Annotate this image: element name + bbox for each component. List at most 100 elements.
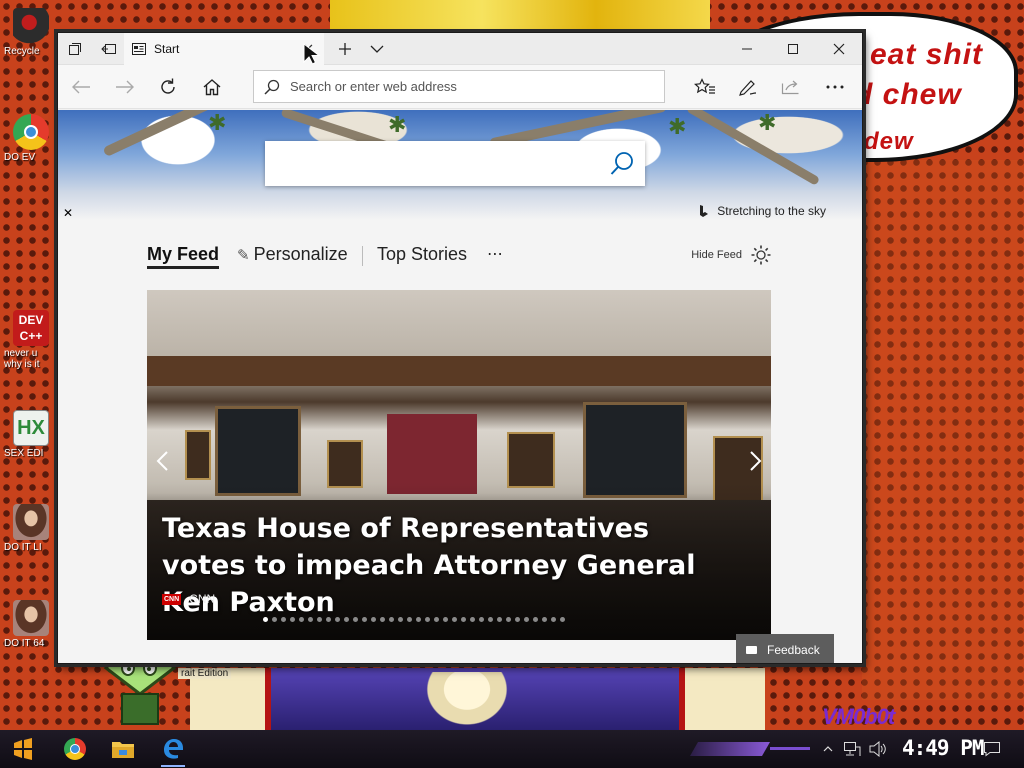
bing-search-box[interactable]: [265, 141, 645, 186]
new-tab-button[interactable]: [328, 33, 362, 65]
desktop-icon-devcpp[interactable]: DEV C++ never u why is it: [4, 310, 58, 370]
carousel-dot[interactable]: [533, 617, 538, 622]
carousel-dot[interactable]: [443, 617, 448, 622]
restore-tabs-button[interactable]: [92, 33, 126, 65]
speech-line-3: dew: [864, 128, 914, 155]
hide-background-close-icon[interactable]: ✕: [63, 206, 73, 220]
carousel-dot[interactable]: [362, 617, 367, 622]
start-icon: [14, 738, 32, 760]
carousel-dot[interactable]: [371, 617, 376, 622]
web-note-button[interactable]: [731, 71, 765, 103]
carousel-dot[interactable]: [335, 617, 340, 622]
carousel-dot[interactable]: [308, 617, 313, 622]
desktop-icon-chrome[interactable]: DO EV: [4, 114, 58, 163]
carousel-dot[interactable]: [281, 617, 286, 622]
carousel-dot[interactable]: [515, 617, 520, 622]
tab-top-stories[interactable]: Top Stories: [377, 244, 467, 265]
carousel-dot[interactable]: [353, 617, 358, 622]
taskbar-file-explorer[interactable]: [108, 735, 138, 763]
cnn-logo-icon: CNN: [162, 593, 182, 605]
start-button[interactable]: [8, 735, 38, 763]
carousel-dot[interactable]: [398, 617, 403, 622]
taskbar-decoration: [770, 747, 810, 750]
search-icon[interactable]: [609, 151, 635, 177]
carousel-dot[interactable]: [344, 617, 349, 622]
carousel-dot[interactable]: [380, 617, 385, 622]
taskbar-edge[interactable]: [158, 735, 188, 767]
story-source[interactable]: CNN CNN: [162, 592, 215, 606]
set-tabs-aside-button[interactable]: [58, 33, 92, 65]
carousel-dot[interactable]: [524, 617, 529, 622]
carousel-dot[interactable]: [488, 617, 493, 622]
leaf-cluster: ✱: [208, 110, 227, 135]
refresh-button[interactable]: [151, 71, 185, 103]
carousel-next-button[interactable]: [743, 450, 769, 480]
carousel-dot[interactable]: [461, 617, 466, 622]
carousel-dot[interactable]: [416, 617, 421, 622]
share-button[interactable]: [774, 71, 808, 103]
carousel-prev-button[interactable]: [149, 450, 175, 480]
forward-button[interactable]: [108, 71, 142, 103]
carousel-dot[interactable]: [317, 617, 322, 622]
gear-icon[interactable]: [750, 244, 772, 266]
network-button[interactable]: [840, 735, 864, 763]
desktop-icon-hxd[interactable]: HX SEX EDI: [4, 410, 58, 459]
carousel-dot[interactable]: [551, 617, 556, 622]
portrait-icon: [13, 504, 49, 540]
new-tab-page: ✱ ✱ ✱ ✱ ✕ Stretching to the sky My Feed …: [58, 110, 862, 663]
carousel-dot[interactable]: [272, 617, 277, 622]
carousel-dot[interactable]: [542, 617, 547, 622]
carousel-dot[interactable]: [389, 617, 394, 622]
desktop-icon-portrait-2[interactable]: DO IT 64: [4, 600, 58, 649]
favorites-button[interactable]: [688, 71, 722, 103]
carousel-dot[interactable]: [290, 617, 295, 622]
carousel-dot[interactable]: [326, 617, 331, 622]
carousel-dot[interactable]: [560, 617, 565, 622]
story-headline[interactable]: Texas House of Representatives votes to …: [162, 510, 722, 621]
carousel-dot[interactable]: [506, 617, 511, 622]
address-bar[interactable]: [253, 70, 665, 103]
tab-personalize-label: Personalize: [253, 244, 348, 264]
hxd-icon: HX: [13, 410, 49, 446]
taskbar-chrome[interactable]: [60, 735, 90, 763]
tabs-restore-icon: [101, 43, 116, 54]
carousel-dot[interactable]: [407, 617, 412, 622]
desktop-icon-portrait-1[interactable]: DO IT LI: [4, 504, 58, 553]
tab-start[interactable]: Start ✕: [124, 33, 324, 65]
taskbar-clock[interactable]: 4:49 PM: [902, 736, 985, 760]
maximize-icon: [788, 44, 798, 54]
tab-my-feed[interactable]: My Feed: [147, 244, 220, 269]
carousel-dot[interactable]: [425, 617, 430, 622]
action-center-button[interactable]: [980, 735, 1004, 763]
carousel-dot[interactable]: [263, 617, 268, 622]
home-button[interactable]: [195, 71, 229, 103]
wallpaper-bottom-scene: [265, 668, 685, 730]
tabs-aside-icon: [69, 42, 81, 55]
image-credit[interactable]: Stretching to the sky: [699, 204, 826, 218]
carousel-dot[interactable]: [434, 617, 439, 622]
address-input[interactable]: [290, 79, 650, 94]
tab-preview-button[interactable]: [360, 33, 394, 65]
carousel-dot[interactable]: [479, 617, 484, 622]
minimize-button[interactable]: [724, 33, 770, 65]
carousel-dot[interactable]: [470, 617, 475, 622]
desktop-icon-recycle[interactable]: Recycle: [4, 8, 58, 57]
top-story-carousel[interactable]: Texas House of Representatives votes to …: [147, 290, 771, 640]
notification-icon: [984, 742, 1000, 757]
carousel-dot[interactable]: [497, 617, 502, 622]
feedback-button[interactable]: Feedback: [736, 634, 834, 663]
leaf-cluster: ✱: [388, 112, 407, 137]
settings-more-button[interactable]: [818, 71, 852, 103]
wallpaper-character-top: [330, 0, 710, 36]
maximize-button[interactable]: [770, 33, 816, 65]
carousel-dot[interactable]: [452, 617, 457, 622]
back-button[interactable]: [64, 71, 98, 103]
carousel-dot[interactable]: [299, 617, 304, 622]
tab-personalize[interactable]: ✎ Personalize: [237, 244, 348, 265]
volume-button[interactable]: [866, 735, 890, 763]
search-icon: [264, 79, 280, 95]
show-hidden-icons-button[interactable]: [818, 735, 838, 763]
hide-feed-link[interactable]: Hide Feed: [691, 249, 742, 261]
close-button[interactable]: [816, 33, 862, 65]
more-topics-button[interactable]: ⋯: [487, 244, 503, 264]
